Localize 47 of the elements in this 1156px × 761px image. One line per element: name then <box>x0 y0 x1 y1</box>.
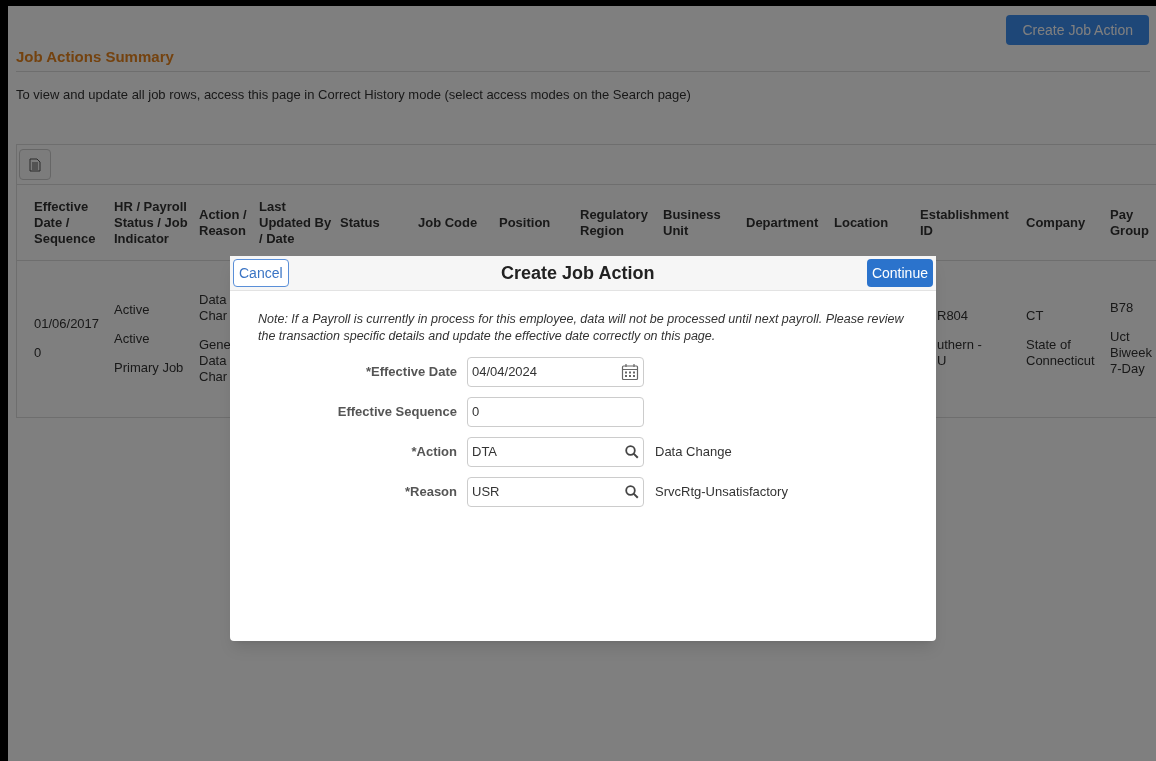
table-cell-text: Active <box>114 330 151 347</box>
document-icon <box>29 157 41 172</box>
field-label: *Effective Date <box>364 363 457 382</box>
date-field[interactable]: 04/04/2024 <box>467 357 644 387</box>
table-cell: Gene Data Char <box>199 337 231 385</box>
note-text: Note: If a Payroll is currently in process for this employee, data will not be processed until next payroll. Please review the transaction specific details and update the effective date correctly on this page. <box>258 311 905 345</box>
search-icon[interactable] <box>625 445 639 459</box>
dialog-title: Create Job Action <box>501 261 655 285</box>
table-cell-text: 01/06/2017 <box>34 316 101 332</box>
column-header: Status <box>340 214 381 231</box>
field-label: Effective Sequence <box>336 403 457 422</box>
table-cell-text: R804 <box>937 308 970 324</box>
table-cell-text: Uct Biweek 7-Day <box>1110 329 1153 377</box>
input-field[interactable]: 0 <box>467 397 644 427</box>
column-header: Business Unit <box>663 206 722 239</box>
column-header: Action / Reason <box>199 206 248 239</box>
section-title: Job Actions Summary <box>16 48 174 65</box>
column-header: Company <box>1026 214 1087 231</box>
search-icon[interactable] <box>625 485 639 499</box>
column-header: Location <box>834 214 890 231</box>
table-cell-text: Data Char <box>199 292 229 324</box>
table-cell-text: State of Connecticut <box>1026 337 1096 369</box>
column-header: HR / Payroll Status / Job Indicator <box>114 198 189 247</box>
column-header: Position <box>499 214 552 231</box>
field-label: *Reason <box>403 483 457 502</box>
column-header: Department <box>746 214 820 231</box>
column-header: Regulatory Region <box>580 206 649 239</box>
calendar-icon <box>621 363 639 381</box>
lookup-field[interactable]: DTA <box>467 437 644 467</box>
column-header: Effective Date / Sequence <box>34 198 97 247</box>
column-header: Last Updated By / Date <box>259 198 333 247</box>
column-header: Job Code <box>418 214 479 231</box>
info-text: To view and update all job rows, access this page in Correct History mode (select access modes on the Search page) <box>16 87 691 102</box>
cancel-button[interactable]: Cancel <box>233 259 289 287</box>
continue-button[interactable]: Continue <box>866 259 933 287</box>
column-header: Pay Group <box>1110 206 1150 239</box>
table-cell-text: CT <box>1026 308 1045 324</box>
table-cell-text: uthern - U <box>937 337 983 369</box>
table-cell-text: 0 <box>34 345 43 361</box>
field-description: Data Change <box>655 443 732 462</box>
field-description: SrvcRtg-Unsatisfactory <box>655 483 788 502</box>
lookup-field[interactable]: USR <box>467 477 644 507</box>
table-cell-text: Primary Job <box>114 359 185 376</box>
table-cell-text: Active <box>114 301 151 318</box>
table-cell-text: B78 <box>1110 300 1135 316</box>
field-label: *Action <box>410 443 457 462</box>
column-header: Establishment ID <box>920 206 1010 239</box>
